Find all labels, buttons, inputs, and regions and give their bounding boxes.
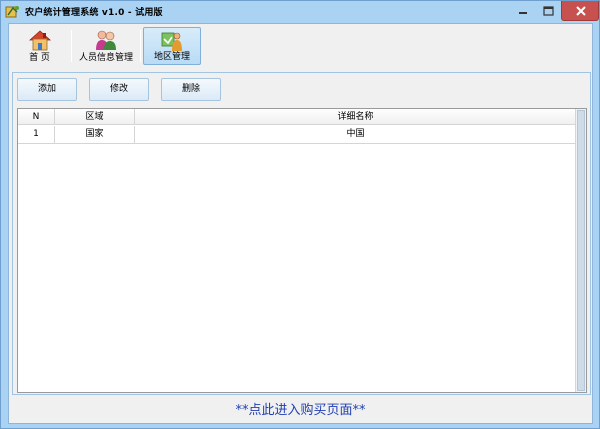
- buy-link[interactable]: **点此进入购买页面**: [9, 398, 592, 423]
- minimize-button[interactable]: [510, 1, 536, 21]
- delete-button[interactable]: 删除: [161, 78, 221, 101]
- edit-button[interactable]: 修改: [89, 78, 149, 101]
- maximize-icon: [543, 6, 554, 16]
- toolbar-people-label: 人员信息管理: [78, 53, 133, 63]
- title-bar[interactable]: 农户统计管理系统 v1.0 - 试用版: [1, 1, 599, 23]
- minimize-icon: [519, 12, 527, 14]
- people-icon: [94, 28, 118, 52]
- table-header: N 区域 详细名称: [18, 109, 576, 125]
- column-header-n[interactable]: N: [18, 109, 55, 125]
- scrollbar-thumb[interactable]: [577, 110, 585, 391]
- house-icon: [28, 28, 52, 52]
- window-title: 农户统计管理系统 v1.0 - 试用版: [25, 8, 163, 18]
- vertical-scrollbar[interactable]: [575, 109, 586, 392]
- maximize-button[interactable]: [536, 1, 561, 21]
- add-button[interactable]: 添加: [17, 78, 77, 101]
- cell-n: 1: [18, 126, 55, 143]
- toolbar-people-button[interactable]: 人员信息管理: [75, 27, 137, 65]
- toolbar-region-label: 地区管理: [153, 52, 190, 62]
- table-row[interactable]: 1 国家 中国: [18, 126, 576, 144]
- toolbar-region-button[interactable]: 地区管理: [143, 27, 201, 65]
- region-table[interactable]: N 区域 详细名称 1 国家 中国: [17, 108, 587, 393]
- close-button[interactable]: [561, 1, 599, 21]
- app-logo-icon: [5, 4, 20, 19]
- app-window: 农户统计管理系统 v1.0 - 试用版 首 页 人员信息管理 地区管理 添加 修…: [0, 0, 600, 429]
- column-header-area[interactable]: 区域: [55, 109, 135, 125]
- toolbar-home-label: 首 页: [29, 53, 50, 63]
- cell-detail: 中国: [346, 129, 365, 139]
- content-panel: 添加 修改 删除 N 区域 详细名称 1 国家 中国: [12, 72, 591, 395]
- main-frame: 首 页 人员信息管理 地区管理 添加 修改 删除 N 区域 详细名称 1 国家 …: [8, 23, 593, 424]
- toolbar-home-button[interactable]: 首 页: [12, 27, 67, 65]
- toolbar: 首 页 人员信息管理 地区管理: [9, 24, 592, 68]
- toolbar-separator: [140, 30, 141, 62]
- cell-area: 国家: [55, 126, 135, 143]
- close-icon: [576, 6, 586, 16]
- column-header-detail[interactable]: 详细名称: [135, 109, 576, 125]
- toolbar-separator: [71, 30, 72, 62]
